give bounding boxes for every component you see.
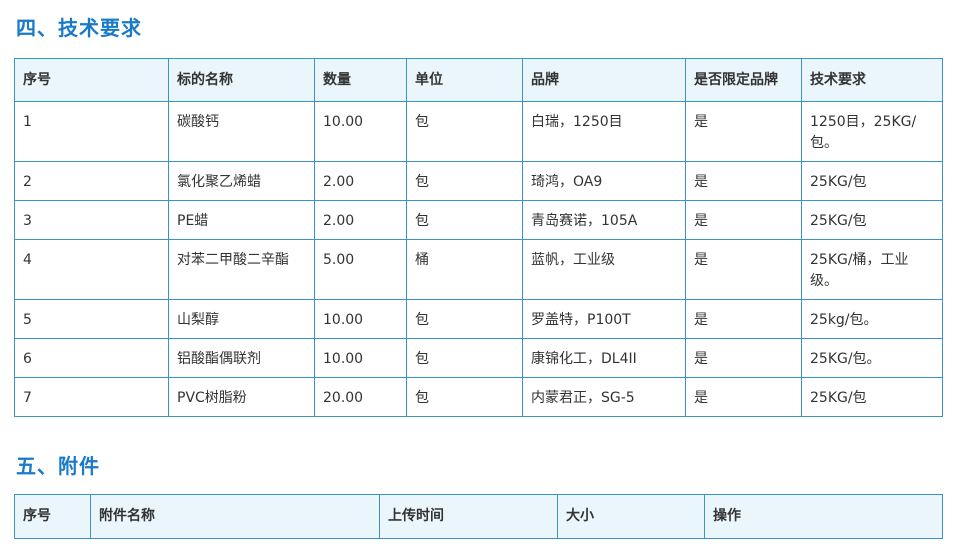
cell-index: 2 <box>14 161 169 201</box>
cell-brand-restricted: 是 <box>685 377 802 417</box>
cell-unit: 包 <box>406 338 523 378</box>
cell-brand-restricted: 是 <box>685 200 802 240</box>
cell-index: 1 <box>14 101 169 162</box>
cell-quantity: 2.00 <box>314 200 407 240</box>
table-row: 5 山梨醇 10.00 包 罗盖特，P100T 是 25kg/包。 <box>14 299 943 339</box>
section-title-technical-requirements: 四、技术要求 <box>16 16 142 40</box>
cell-quantity: 10.00 <box>314 338 407 378</box>
table-header-row: 序号 标的名称 数量 单位 品牌 是否限定品牌 技术要求 <box>14 58 943 102</box>
cell-index: 6 <box>14 338 169 378</box>
cell-index: 4 <box>14 239 169 300</box>
table-row: 6 铝酸酯偶联剂 10.00 包 康锦化工，DL4II 是 25KG/包。 <box>14 338 943 378</box>
cell-tech-requirement: 25KG/包 <box>801 377 943 417</box>
header-index: 序号 <box>14 58 169 102</box>
cell-brand: 康锦化工，DL4II <box>522 338 686 378</box>
cell-brand: 青岛赛诺，105A <box>522 200 686 240</box>
cell-brand: 内蒙君正，SG-5 <box>522 377 686 417</box>
cell-brand-restricted: 是 <box>685 338 802 378</box>
header-upload-time: 上传时间 <box>379 494 558 539</box>
cell-brand: 蓝帆，工业级 <box>522 239 686 300</box>
header-item-name: 标的名称 <box>168 58 315 102</box>
cell-item-name: 山梨醇 <box>168 299 315 339</box>
cell-quantity: 10.00 <box>314 299 407 339</box>
cell-tech-requirement: 25kg/包。 <box>801 299 943 339</box>
table-row: 4 对苯二甲酸二辛酯 5.00 桶 蓝帆，工业级 是 25KG/桶，工业级。 <box>14 239 943 300</box>
cell-item-name: 铝酸酯偶联剂 <box>168 338 315 378</box>
technical-requirements-table: 序号 标的名称 数量 单位 品牌 是否限定品牌 技术要求 1 碳酸钙 10.00… <box>14 58 943 417</box>
header-size: 大小 <box>557 494 705 539</box>
header-brand-restricted: 是否限定品牌 <box>685 58 802 102</box>
cell-unit: 桶 <box>406 239 523 300</box>
cell-index: 5 <box>14 299 169 339</box>
header-actions: 操作 <box>704 494 943 539</box>
cell-unit: 包 <box>406 161 523 201</box>
header-quantity: 数量 <box>314 58 407 102</box>
header-index: 序号 <box>14 494 91 539</box>
cell-item-name: 氯化聚乙烯蜡 <box>168 161 315 201</box>
cell-unit: 包 <box>406 377 523 417</box>
cell-quantity: 20.00 <box>314 377 407 417</box>
cell-brand-restricted: 是 <box>685 161 802 201</box>
section-title-attachments: 五、附件 <box>16 454 100 478</box>
cell-index: 7 <box>14 377 169 417</box>
cell-item-name: 碳酸钙 <box>168 101 315 162</box>
cell-tech-requirement: 25KG/包 <box>801 200 943 240</box>
cell-brand: 白瑞，1250目 <box>522 101 686 162</box>
cell-quantity: 10.00 <box>314 101 407 162</box>
cell-tech-requirement: 1250目，25KG/包。 <box>801 101 943 162</box>
cell-quantity: 2.00 <box>314 161 407 201</box>
cell-item-name: PE蜡 <box>168 200 315 240</box>
cell-brand-restricted: 是 <box>685 239 802 300</box>
header-tech-requirement: 技术要求 <box>801 58 943 102</box>
header-attachment-name: 附件名称 <box>90 494 380 539</box>
cell-tech-requirement: 25KG/桶，工业级。 <box>801 239 943 300</box>
cell-quantity: 5.00 <box>314 239 407 300</box>
cell-brand: 罗盖特，P100T <box>522 299 686 339</box>
cell-unit: 包 <box>406 200 523 240</box>
cell-brand-restricted: 是 <box>685 101 802 162</box>
cell-tech-requirement: 25KG/包。 <box>801 338 943 378</box>
cell-brand-restricted: 是 <box>685 299 802 339</box>
table-header-row: 序号 附件名称 上传时间 大小 操作 <box>14 494 943 539</box>
cell-item-name: 对苯二甲酸二辛酯 <box>168 239 315 300</box>
table-row: 1 碳酸钙 10.00 包 白瑞，1250目 是 1250目，25KG/包。 <box>14 101 943 162</box>
cell-item-name: PVC树脂粉 <box>168 377 315 417</box>
header-brand: 品牌 <box>522 58 686 102</box>
table-row: 7 PVC树脂粉 20.00 包 内蒙君正，SG-5 是 25KG/包 <box>14 377 943 417</box>
table-row: 2 氯化聚乙烯蜡 2.00 包 琦鸿，OA9 是 25KG/包 <box>14 161 943 201</box>
cell-unit: 包 <box>406 101 523 162</box>
cell-tech-requirement: 25KG/包 <box>801 161 943 201</box>
table-row: 3 PE蜡 2.00 包 青岛赛诺，105A 是 25KG/包 <box>14 200 943 240</box>
cell-unit: 包 <box>406 299 523 339</box>
header-unit: 单位 <box>406 58 523 102</box>
cell-brand: 琦鸿，OA9 <box>522 161 686 201</box>
attachments-table: 序号 附件名称 上传时间 大小 操作 <box>14 494 943 539</box>
cell-index: 3 <box>14 200 169 240</box>
